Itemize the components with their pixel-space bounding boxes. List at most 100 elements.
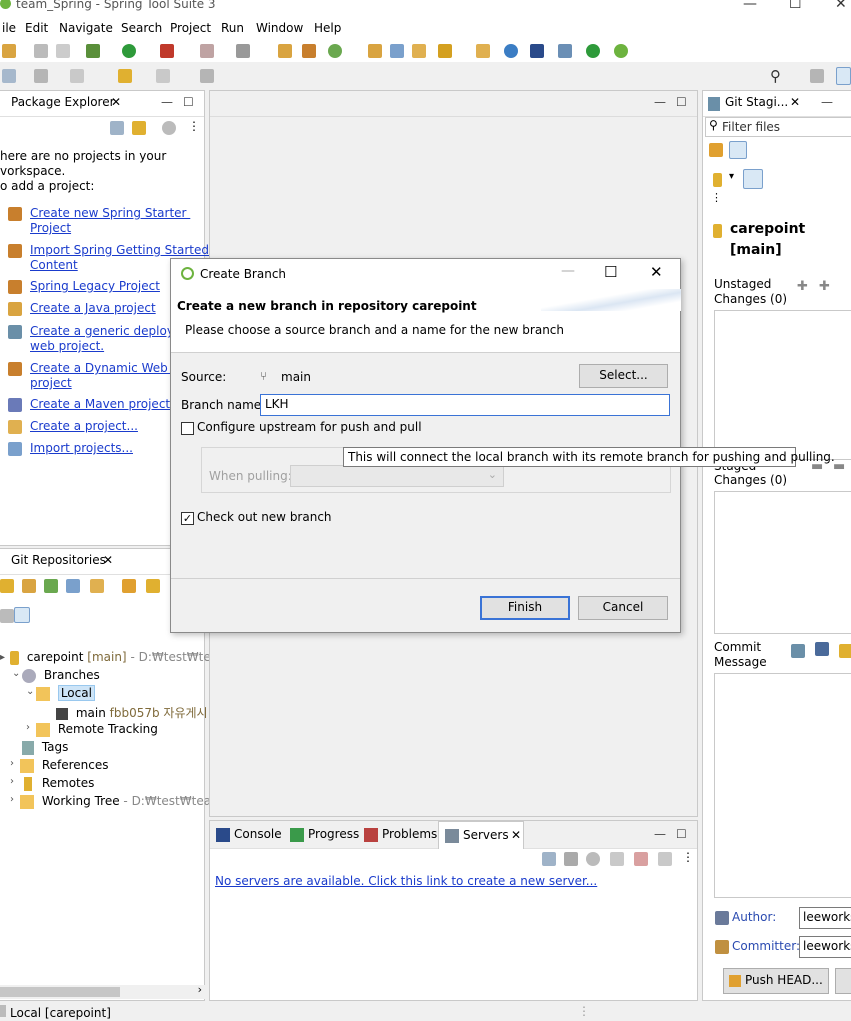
menu-run[interactable]: Run	[221, 21, 244, 35]
debug-icon[interactable]	[86, 44, 100, 58]
spring-project-icon[interactable]	[278, 44, 292, 58]
link-text[interactable]: web project.	[30, 339, 104, 353]
tab-problems[interactable]: Problems	[382, 827, 437, 841]
open-perspective-icon[interactable]	[810, 69, 824, 83]
link-text[interactable]: Create a Java project	[30, 301, 156, 315]
tab-package-explorer[interactable]: Package Explorer	[11, 95, 115, 109]
branch-name-input[interactable]: LKH	[260, 394, 670, 416]
filter-files-input[interactable]: ⚲ Filter files	[705, 117, 851, 137]
minimize-icon[interactable]: —	[654, 95, 666, 109]
filter-icon[interactable]	[162, 121, 176, 135]
new-spring-bean-icon[interactable]	[302, 44, 316, 58]
refresh-icon[interactable]	[328, 44, 342, 58]
link-selection-icon[interactable]	[729, 141, 747, 159]
menu-project[interactable]: Project	[170, 21, 211, 35]
menu-window[interactable]: Window	[256, 21, 303, 35]
save-icon[interactable]	[34, 44, 48, 58]
staged-list[interactable]	[714, 491, 851, 634]
remotes-row[interactable]: › Remotes	[10, 776, 94, 791]
minimize-icon[interactable]: —	[161, 95, 173, 109]
amend-icon[interactable]	[815, 642, 829, 656]
unstaged-list[interactable]	[714, 310, 851, 460]
chevron-right-icon[interactable]: ›	[10, 776, 14, 787]
add-all-to-index-icon[interactable]: ✚	[819, 279, 830, 294]
maximize-window-icon[interactable]: ☐	[789, 0, 802, 12]
stop-server-icon[interactable]	[634, 852, 648, 866]
tab-git-staging[interactable]: Git Stagi...	[725, 95, 788, 109]
open-folder-icon[interactable]	[412, 44, 426, 58]
refresh-repo-icon[interactable]	[66, 579, 80, 593]
maximize-icon[interactable]: ☐	[676, 95, 687, 109]
references-row[interactable]: › References	[10, 758, 109, 773]
create-server-link[interactable]: No servers are available. Click this lin…	[215, 874, 597, 888]
committer-input[interactable]: leeworks	[799, 936, 851, 958]
console-icon[interactable]	[530, 44, 544, 58]
checkout-label[interactable]: Check out new branch	[197, 510, 332, 524]
chevron-right-icon[interactable]: ›	[10, 758, 14, 769]
main-branch-row[interactable]: main fbb057b 자유게시	[56, 704, 208, 721]
last-edit-icon[interactable]	[70, 69, 84, 83]
author-label[interactable]: Author:	[732, 910, 776, 924]
save-all-icon[interactable]	[56, 44, 70, 58]
add-to-index-icon[interactable]: ✚	[797, 279, 808, 294]
link-text[interactable]: Import Spring Getting Started	[30, 243, 213, 257]
add-repo-icon[interactable]	[0, 579, 14, 593]
close-tab-icon[interactable]: ✕	[103, 553, 113, 567]
configure-upstream-label[interactable]: Configure upstream for push and pull	[197, 420, 422, 434]
close-tab-icon[interactable]: ✕	[511, 828, 521, 842]
tab-servers[interactable]: Servers	[463, 828, 509, 842]
configure-upstream-checkbox[interactable]	[181, 422, 194, 435]
finish-button[interactable]: Finish	[480, 596, 570, 620]
view-menu-icon[interactable]: ⋮	[682, 850, 694, 864]
pin-editor-icon[interactable]	[200, 69, 214, 83]
power-icon[interactable]	[586, 44, 600, 58]
lock-icon[interactable]	[839, 644, 851, 658]
chevron-right-icon[interactable]: ›	[26, 722, 30, 733]
collapse-icon[interactable]	[542, 852, 556, 866]
minimize-icon[interactable]: —	[654, 827, 666, 841]
forward-icon[interactable]	[156, 69, 170, 83]
link-text[interactable]: Create new Spring Starter	[30, 206, 190, 220]
menu-navigate[interactable]: Navigate	[59, 21, 113, 35]
chevron-down-icon[interactable]: ▾	[729, 171, 734, 182]
clone-repo-icon[interactable]	[22, 579, 36, 593]
run-external-icon[interactable]	[160, 44, 174, 58]
layout-icon[interactable]	[0, 609, 14, 623]
minimize-icon[interactable]: —	[821, 95, 833, 109]
chevron-down-icon[interactable]: ⌄	[26, 686, 34, 697]
link-text[interactable]: Create a Maven project	[30, 397, 170, 411]
tab-git-repositories[interactable]: Git Repositories	[11, 553, 106, 567]
maximize-icon[interactable]: ☐	[676, 827, 687, 841]
open-type-icon[interactable]	[368, 44, 382, 58]
menu-search[interactable]: Search	[121, 21, 162, 35]
close-window-icon[interactable]: ✕	[835, 0, 847, 12]
new-icon[interactable]	[2, 44, 16, 58]
tab-console[interactable]: Console	[234, 827, 282, 841]
horizontal-scrollbar[interactable]: ›	[0, 983, 206, 999]
create-repo-icon[interactable]	[44, 579, 58, 593]
menu-file[interactable]: ile	[2, 21, 16, 35]
when-pulling-select[interactable]: ⌄	[290, 465, 504, 487]
link-text[interactable]: Create a Dynamic Web	[30, 361, 172, 375]
branches-row[interactable]: ⌄ Branches	[12, 668, 100, 683]
search-tool-icon[interactable]	[438, 44, 452, 58]
local-row[interactable]: ⌄ Local	[26, 685, 95, 701]
task-icon[interactable]	[476, 44, 490, 58]
sync-icon[interactable]	[122, 579, 136, 593]
spring-perspective-icon[interactable]	[836, 67, 851, 85]
dialog-minimize-icon[interactable]: —	[561, 263, 575, 279]
checkout-checkbox[interactable]: ✓	[181, 512, 194, 525]
profile-server-icon[interactable]	[610, 852, 624, 866]
stop-icon[interactable]	[200, 44, 214, 58]
link-text[interactable]: Project	[30, 221, 71, 235]
scrollbar-thumb[interactable]	[0, 987, 120, 997]
scroll-right-icon[interactable]: ›	[198, 983, 202, 996]
commit-button-partial[interactable]	[835, 968, 851, 994]
push-head-button[interactable]: Push HEAD...	[723, 968, 829, 994]
link-text[interactable]: Create a project...	[30, 419, 138, 433]
deploy-icon[interactable]	[236, 44, 250, 58]
tags-row[interactable]: Tags	[22, 740, 68, 755]
presentation-icon[interactable]	[743, 169, 763, 189]
link-text[interactable]: project	[30, 376, 72, 390]
chevron-down-icon[interactable]: ⌄	[12, 668, 20, 679]
